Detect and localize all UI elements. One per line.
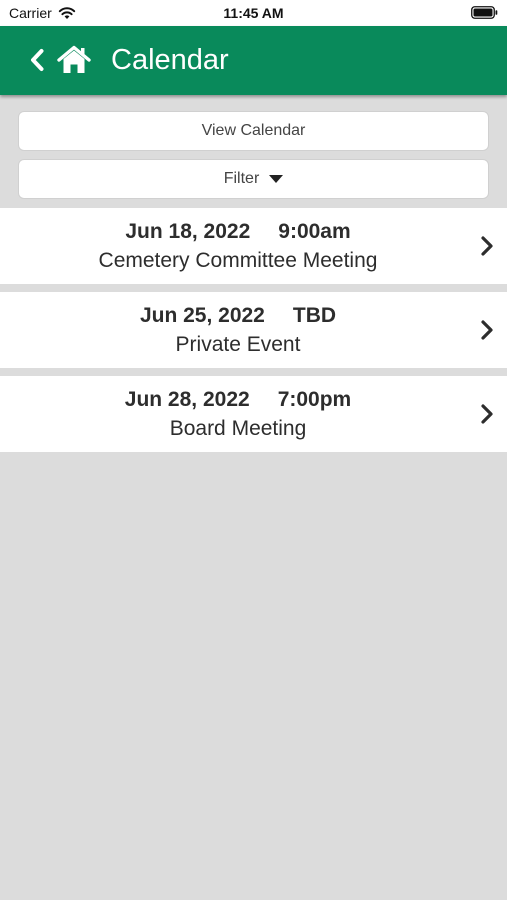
filter-button[interactable]: Filter xyxy=(18,159,489,199)
battery-icon xyxy=(471,6,498,19)
event-datetime: Jun 18, 2022 9:00am xyxy=(0,220,476,244)
chevron-right-icon xyxy=(481,320,493,340)
event-row[interactable]: Jun 28, 2022 7:00pm Board Meeting xyxy=(0,376,507,452)
event-time: 7:00pm xyxy=(277,388,352,411)
event-date: Jun 28, 2022 xyxy=(124,388,250,411)
back-button[interactable] xyxy=(26,46,48,74)
filter-label: Filter xyxy=(223,170,260,187)
event-datetime: Jun 25, 2022 TBD xyxy=(0,304,476,328)
page-title: Calendar xyxy=(111,44,229,76)
home-icon xyxy=(57,45,91,73)
chevron-right-icon xyxy=(481,236,493,256)
event-title: Board Meeting xyxy=(169,417,307,440)
app-header: Calendar xyxy=(0,26,507,95)
chevron-left-icon xyxy=(31,49,44,71)
event-date: Jun 18, 2022 xyxy=(125,220,251,243)
view-calendar-label: View Calendar xyxy=(201,122,306,139)
event-datetime: Jun 28, 2022 7:00pm xyxy=(0,388,476,412)
event-date: Jun 25, 2022 xyxy=(139,304,265,327)
event-row[interactable]: Jun 18, 2022 9:00am Cemetery Committee Me… xyxy=(0,208,507,284)
home-button[interactable] xyxy=(56,44,92,76)
caret-down-icon xyxy=(269,175,284,183)
event-title: Cemetery Committee Meeting xyxy=(98,249,378,272)
status-bar: Carrier 11:45 AM xyxy=(0,0,507,26)
event-row[interactable]: Jun 25, 2022 TBD Private Event xyxy=(0,292,507,368)
event-time: 9:00am xyxy=(278,220,351,243)
chevron-right-icon xyxy=(481,404,493,424)
status-time: 11:45 AM xyxy=(223,5,284,21)
view-calendar-button[interactable]: View Calendar xyxy=(18,111,489,151)
event-time: TBD xyxy=(292,304,337,327)
event-title: Private Event xyxy=(175,333,301,356)
